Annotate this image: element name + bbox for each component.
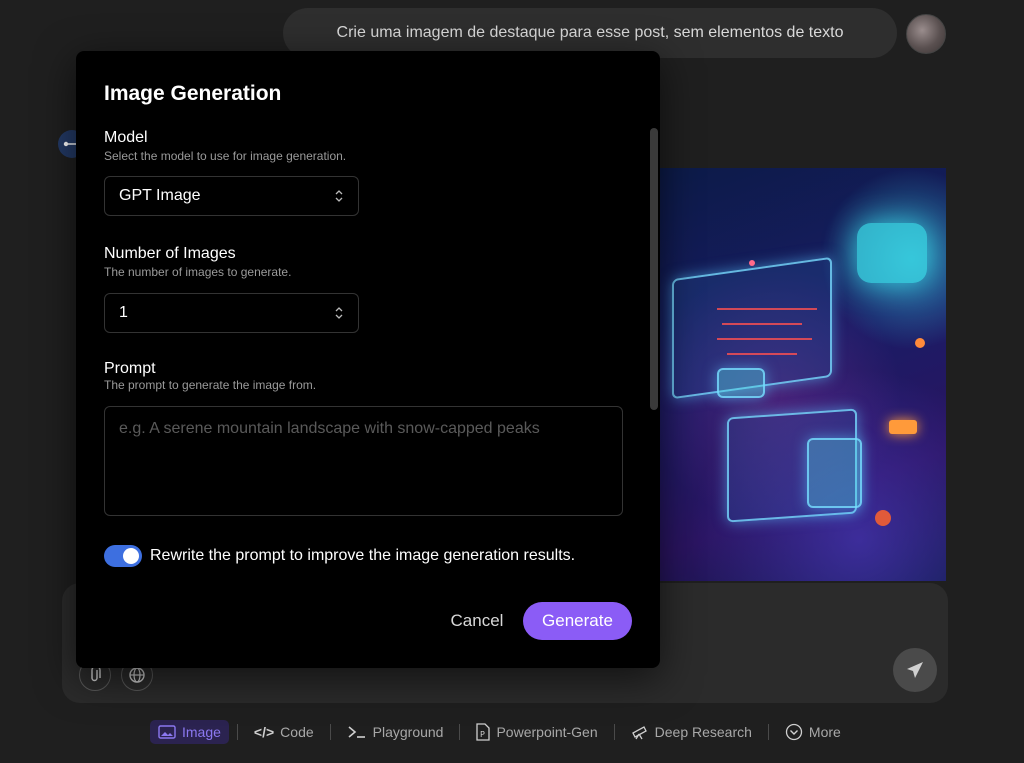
image-holo-card: [717, 368, 765, 398]
model-select-value: GPT Image: [119, 187, 201, 204]
tool-playground-label: Playground: [372, 724, 444, 740]
toolbar-divider: [329, 724, 331, 740]
chevron-down-circle-icon: [785, 723, 803, 741]
num-images-label: Number of Images: [104, 245, 236, 262]
image-code-line: [717, 308, 817, 310]
rewrite-prompt-toggle[interactable]: [104, 545, 142, 567]
image-dot: [889, 420, 917, 434]
generated-image[interactable]: [657, 168, 946, 581]
image-glow-shape: [857, 223, 927, 283]
terminal-icon: [348, 726, 365, 738]
model-select[interactable]: GPT Image: [104, 176, 359, 216]
prompt-placeholder: e.g. A serene mountain landscape with sn…: [119, 420, 540, 437]
num-images-select-value: 1: [119, 304, 128, 321]
toolbar-divider: [236, 724, 238, 740]
tool-powerpoint-label: Powerpoint-Gen: [496, 724, 598, 740]
rewrite-prompt-label: Rewrite the prompt to improve the image …: [150, 547, 576, 564]
prompt-textarea[interactable]: e.g. A serene mountain landscape with sn…: [104, 406, 623, 516]
image-icon: [158, 725, 176, 739]
cancel-button[interactable]: Cancel: [440, 603, 514, 639]
model-label: Model: [104, 129, 148, 146]
chevron-up-down-icon: [335, 307, 343, 319]
chevron-up-down-icon: [335, 190, 343, 202]
paperclip-icon: [91, 666, 101, 682]
tool-more[interactable]: More: [777, 720, 849, 744]
dialog-title: Image Generation: [104, 82, 282, 105]
tool-code[interactable]: </> Code: [246, 720, 322, 744]
file-ppt-icon: P: [476, 723, 491, 741]
svg-text:P: P: [480, 730, 485, 739]
telescope-icon: [631, 726, 647, 740]
image-dot: [749, 260, 755, 266]
prompt-description: The prompt to generate the image from.: [104, 378, 317, 392]
send-button[interactable]: [893, 648, 937, 692]
send-icon: [907, 662, 923, 678]
model-description: Select the model to use for image genera…: [104, 149, 347, 163]
toolbar-divider: [613, 724, 615, 740]
globe-icon: [129, 667, 145, 683]
tool-deep-research-label: Deep Research: [654, 724, 752, 740]
image-code-line: [727, 353, 797, 355]
image-dot: [875, 510, 891, 526]
image-code-line: [717, 338, 812, 340]
tool-deep-research[interactable]: Deep Research: [623, 720, 760, 744]
image-dot: [915, 338, 925, 348]
tool-image[interactable]: Image: [150, 720, 229, 744]
tool-playground[interactable]: Playground: [339, 720, 452, 744]
prompt-label: Prompt: [104, 360, 156, 377]
generate-button[interactable]: Generate: [523, 602, 632, 640]
image-generation-dialog: [76, 51, 660, 668]
image-code-line: [722, 323, 802, 325]
num-images-description: The number of images to generate.: [104, 265, 292, 279]
toolbar-divider: [459, 724, 461, 740]
toggle-knob: [123, 548, 139, 564]
user-message-text: Crie uma imagem de destaque para esse po…: [336, 24, 844, 41]
image-holo-card: [807, 438, 862, 508]
code-icon: </>: [253, 724, 275, 740]
user-avatar[interactable]: [906, 14, 946, 54]
num-images-select[interactable]: 1: [104, 293, 359, 333]
tool-more-label: More: [808, 724, 841, 740]
tool-image-label: Image: [182, 724, 221, 740]
tool-powerpoint-gen[interactable]: P Powerpoint-Gen: [468, 720, 605, 744]
tool-code-label: Code: [280, 724, 314, 740]
toolbar-divider: [767, 724, 769, 740]
tools-toolbar: Image </> Code Playground P Powerpoint-G…: [150, 720, 849, 744]
dialog-scrollbar[interactable]: [650, 128, 658, 410]
